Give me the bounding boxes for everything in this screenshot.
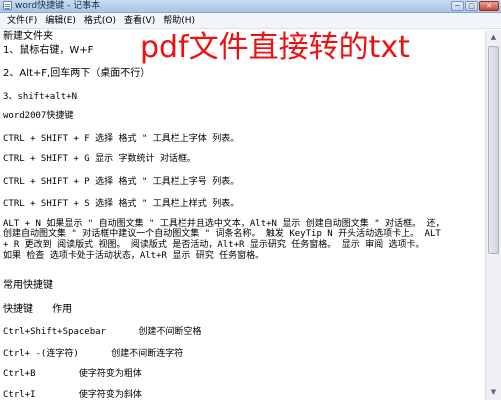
vertical-scrollbar[interactable]: ▲ ▼ [485, 30, 501, 400]
menu-bar: 文件(F) 编辑(E) 格式(O) 查看(V) 帮助(H) [0, 13, 501, 29]
content-line: CTRL + SHIFT + S 选择 格式 " 工具栏上样式 列表。 [3, 199, 240, 209]
close-button[interactable]: ✕ [479, 1, 499, 11]
content-line: 1、鼠标右键，W+F [3, 45, 94, 56]
content-line: Ctrl+Shift+Spacebar 创建不间断空格 [3, 327, 202, 337]
window-title: word快捷键 - 记事本 [15, 1, 101, 11]
content-line: 如果 检查 选项卡处于活动状态，Alt+R 显示 研究 任务窗格。 [3, 251, 265, 261]
content-line: CTRL + SHIFT + F 选择 格式 " 工具栏上字体 列表。 [3, 134, 240, 144]
content-line: 2、Alt+F,回车两下（桌面不行） [3, 68, 151, 79]
menu-help[interactable]: 帮助(H) [159, 13, 199, 29]
menu-edit[interactable]: 编辑(E) [41, 13, 80, 29]
overlay-watermark-title: pdf文件直接转的txt [140, 30, 410, 65]
window-controls: ─ □ ✕ [451, 0, 499, 12]
content-line: 3、shift+alt+N [3, 92, 78, 102]
content-line: CTRL + SHIFT + G 显示 字数统计 对话框。 [3, 154, 196, 164]
title-bar: word快捷键 - 记事本 ─ □ ✕ [0, 0, 501, 13]
scroll-up-icon[interactable]: ▲ [487, 31, 500, 44]
content-line-heading: 常用快捷键 [3, 280, 53, 291]
content-line: + R 更改到 阅读版式 视图。 阅读版式 是否活动，Alt+R 显示研究 任务… [3, 240, 425, 250]
content-line: Ctrl+ -(连字符) 创建不间断连字符 [3, 349, 184, 359]
menu-view[interactable]: 查看(V) [120, 13, 159, 29]
content-line: 创建自动图文集 " 对话框中建议一个自动图文集 " 词条名称。 触发 KeyTi… [3, 229, 441, 239]
notepad-icon [3, 1, 12, 10]
content-line: CTRL + SHIFT + P 选择 格式 " 工具栏上字号 列表。 [3, 177, 240, 187]
scroll-thumb[interactable] [488, 46, 499, 254]
minimize-button[interactable]: ─ [451, 1, 464, 11]
content-line-heading: word2007快捷键 [3, 111, 74, 121]
maximize-button[interactable]: □ [465, 1, 478, 11]
menu-file[interactable]: 文件(F) [3, 13, 41, 29]
content-line: Ctrl+B 使字符变为粗体 [3, 369, 142, 379]
content-line-heading: 新建文件夹 [3, 31, 53, 42]
content-line: Ctrl+I 使字符变为斜体 [3, 390, 142, 400]
scroll-down-icon[interactable]: ▼ [487, 386, 500, 399]
content-line: 快捷键 作用 [3, 304, 73, 315]
text-editor-area[interactable]: 新建文件夹 1、鼠标右键，W+F 2、Alt+F,回车两下（桌面不行） 3、sh… [0, 30, 485, 400]
menu-format[interactable]: 格式(O) [80, 13, 120, 29]
